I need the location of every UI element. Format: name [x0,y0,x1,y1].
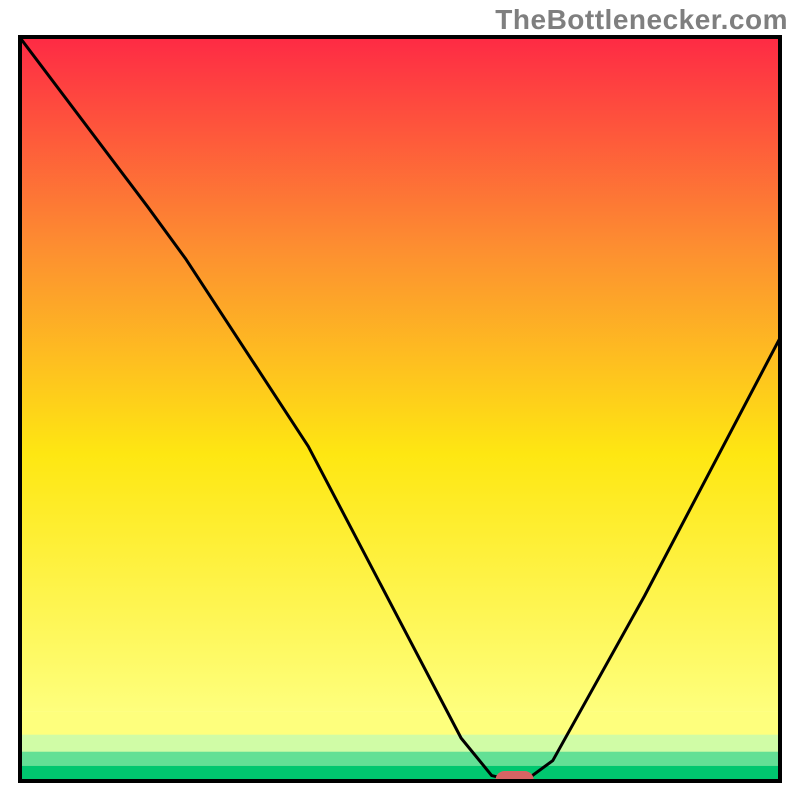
chart-container: TheBottlenecker.com [0,0,800,800]
chart-svg [18,35,782,783]
watermark-text: TheBottlenecker.com [495,4,788,36]
plot-area [18,35,782,783]
